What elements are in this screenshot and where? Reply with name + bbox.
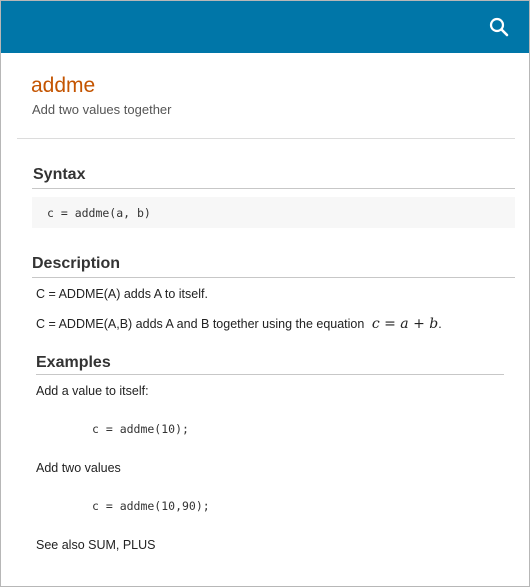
- see-also: See also SUM, PLUS: [36, 538, 156, 552]
- header-divider: [17, 138, 515, 139]
- syntax-rule: [32, 188, 515, 189]
- description-line-2-text: C = ADDME(A,B) adds A and B together usi…: [36, 317, 365, 331]
- description-line-2-end: .: [438, 317, 442, 331]
- description-line-2: C = ADDME(A,B) adds A and B together usi…: [36, 316, 442, 332]
- page-title: addme: [31, 74, 96, 97]
- examples-rule: [36, 374, 504, 375]
- top-bar: [1, 1, 529, 53]
- example-1-text: Add a value to itself:: [36, 384, 149, 398]
- syntax-code-block: c = addme(a, b): [32, 197, 515, 228]
- search-icon: [489, 17, 509, 37]
- examples-heading: Examples: [36, 354, 111, 371]
- search-button[interactable]: [487, 15, 511, 39]
- example-1-code: c = addme(10);: [92, 422, 189, 436]
- description-heading: Description: [32, 255, 121, 272]
- description-rule: [32, 277, 515, 278]
- page-subtitle: Add two values together: [32, 102, 172, 117]
- example-2-code: c = addme(10,90);: [92, 499, 210, 513]
- example-2-text: Add two values: [36, 461, 121, 475]
- syntax-code: c = addme(a, b): [47, 206, 151, 220]
- help-page: addme Add two values together Syntax c =…: [0, 0, 530, 587]
- description-line-1: C = ADDME(A) adds A to itself.: [36, 287, 208, 301]
- equation: c = a + b: [371, 316, 439, 332]
- syntax-heading: Syntax: [33, 166, 86, 183]
